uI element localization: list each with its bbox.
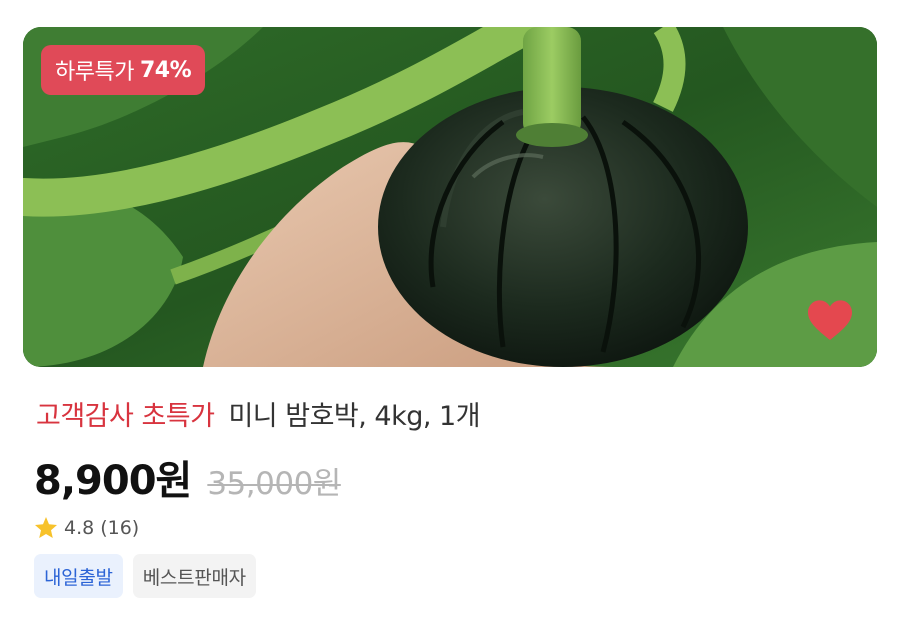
rating-row[interactable]: 4.8 (16) [34,516,139,539]
review-count: (16) [100,516,140,539]
product-tags: 내일출발 베스트판매자 [34,554,256,598]
wishlist-button[interactable] [800,292,860,348]
product-card[interactable]: 하루특가 74% 고객감사 초특가 미니 밤호박, 4kg, 1개 8,900원 … [0,0,900,629]
sale-price: 8,900원 [34,458,192,504]
original-price: 35,000원 [207,466,341,502]
daily-deal-badge: 하루특가 74% [41,45,206,95]
deal-badge-label: 하루특가 [55,60,134,85]
tag-best-seller: 베스트판매자 [132,554,256,598]
product-name: 미니 밤호박, 4kg, 1개 [228,401,481,432]
heart-icon [808,300,852,340]
star-icon [35,517,57,538]
promo-label: 고객감사 초특가 [36,401,215,432]
deal-badge-discount: 74% [139,57,192,83]
rating-value: 4.8 [64,516,95,539]
product-title[interactable]: 고객감사 초특가 미니 밤호박, 4kg, 1개 [36,394,866,433]
price-row: 8,900원 35,000원 [34,448,341,506]
tag-next-day-shipping: 내일출발 [34,554,123,598]
